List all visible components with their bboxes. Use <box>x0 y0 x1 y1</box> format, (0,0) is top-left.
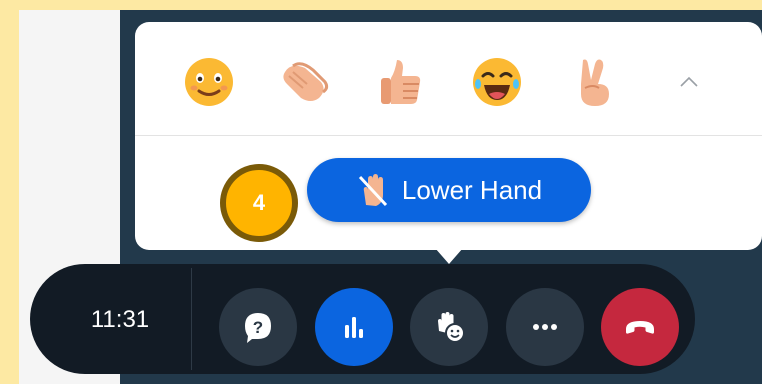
laughing-face-icon <box>473 58 521 106</box>
leave-call-button[interactable] <box>601 288 679 366</box>
raise-hand-reaction-icon <box>438 312 465 343</box>
ask-question-button[interactable]: ? <box>219 288 297 366</box>
activities-polls-button[interactable] <box>315 288 393 366</box>
panel-pointer <box>435 248 463 264</box>
more-options-icon <box>533 324 557 330</box>
collapse-reactions-button[interactable] <box>669 62 709 102</box>
lower-hand-icon <box>358 174 387 207</box>
thumbs-up-icon <box>381 60 421 104</box>
emoji-row <box>135 22 762 134</box>
meeting-clock: 11:31 <box>90 306 150 333</box>
emoji-smiling-face-button[interactable] <box>177 50 241 114</box>
emoji-victory-hand-button[interactable] <box>561 50 625 114</box>
clapping-hands-icon <box>283 62 329 101</box>
lower-hand-label: Lower Hand <box>401 174 543 205</box>
more-options-button[interactable] <box>506 288 584 366</box>
emoji-laughing-face-button[interactable] <box>465 50 529 114</box>
end-call-icon <box>626 321 654 334</box>
control-bar-divider <box>191 268 192 370</box>
emoji-clapping-hands-button[interactable] <box>273 50 337 114</box>
step-number-badge: 4 <box>220 164 298 242</box>
smiling-face-icon <box>185 58 233 106</box>
emoji-thumbs-up-button[interactable] <box>369 50 433 114</box>
send-reaction-button[interactable] <box>410 288 488 366</box>
victory-hand-icon <box>581 59 609 106</box>
panel-divider <box>135 135 762 136</box>
chevron-up-icon <box>680 76 698 87</box>
svg-text:?: ? <box>253 318 263 337</box>
lower-hand-button[interactable]: Lower Hand <box>307 158 591 222</box>
poll-icon <box>345 317 363 338</box>
question-icon: ? <box>245 313 271 343</box>
